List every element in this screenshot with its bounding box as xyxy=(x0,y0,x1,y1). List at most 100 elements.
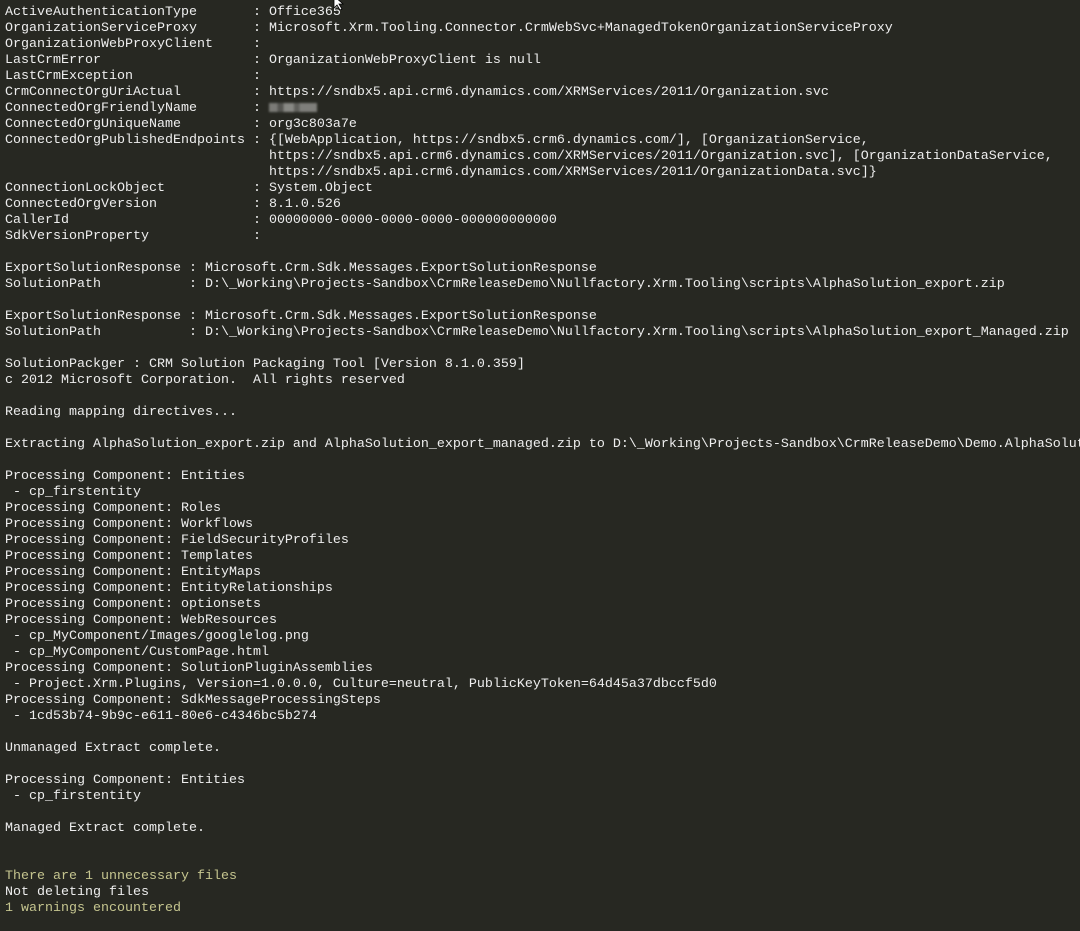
console-line: ConnectionLockObject : System.Object xyxy=(5,181,1080,197)
console-line: SolutionPath : D:\_Working\Projects-Sand… xyxy=(5,325,1080,341)
console-line-text: ConnectedOrgPublishedEndpoints : {[WebAp… xyxy=(5,133,869,148)
console-line: Processing Component: SdkMessageProcessi… xyxy=(5,693,1080,709)
console-line-text: - 1cd53b74-9b9c-e611-80e6-c4346bc5b274 xyxy=(5,709,317,724)
console-output[interactable]: ActiveAuthenticationType : Office365 Orga… xyxy=(5,5,1080,917)
console-line: https://sndbx5.api.crm6.dynamics.com/XRM… xyxy=(5,149,1080,165)
console-line-text: Not deleting files xyxy=(5,885,149,900)
console-line: CrmConnectOrgUriActual : https://sndbx5.… xyxy=(5,85,1080,101)
console-line-text: LastCrmException : xyxy=(5,69,261,84)
console-line-text: LastCrmError : OrganizationWebProxyClien… xyxy=(5,53,541,68)
console-line: There are 1 unnecessary files xyxy=(5,869,1080,885)
console-line-text: ConnectionLockObject : System.Object xyxy=(5,181,373,196)
console-line-text: Processing Component: EntityRelationship… xyxy=(5,581,333,596)
console-line-text: Unmanaged Extract complete. xyxy=(5,741,221,756)
console-line: Processing Component: SolutionPluginAsse… xyxy=(5,661,1080,677)
console-line: https://sndbx5.api.crm6.dynamics.com/XRM… xyxy=(5,165,1080,181)
console-line: - Project.Xrm.Plugins, Version=1.0.0.0, … xyxy=(5,677,1080,693)
console-line: c 2012 Microsoft Corporation. All rights… xyxy=(5,373,1080,389)
console-line: SolutionPath : D:\_Working\Projects-Sand… xyxy=(5,277,1080,293)
console-line: CallerId : 00000000-0000-0000-0000-00000… xyxy=(5,213,1080,229)
console-line: OrganizationWebProxyClient : xyxy=(5,37,1080,53)
console-line: Processing Component: Workflows xyxy=(5,517,1080,533)
console-line-text: ExportSolutionResponse : Microsoft.Crm.S… xyxy=(5,309,597,324)
console-line-text: https://sndbx5.api.crm6.dynamics.com/XRM… xyxy=(5,149,1053,164)
console-line: Processing Component: Entities xyxy=(5,469,1080,485)
console-line: LastCrmException : xyxy=(5,69,1080,85)
console-line-text: Extracting AlphaSolution_export.zip and … xyxy=(5,437,1080,452)
console-line: ExportSolutionResponse : Microsoft.Crm.S… xyxy=(5,261,1080,277)
console-line-text: https://sndbx5.api.crm6.dynamics.com/XRM… xyxy=(5,165,877,180)
mouse-pointer-icon xyxy=(333,0,345,10)
console-line: Reading mapping directives... xyxy=(5,405,1080,421)
console-line: LastCrmError : OrganizationWebProxyClien… xyxy=(5,53,1080,69)
console-line-text: - cp_MyComponent/CustomPage.html xyxy=(5,645,269,660)
console-line: Processing Component: EntityMaps xyxy=(5,565,1080,581)
console-line: ConnectedOrgUniqueName : org3c803a7e xyxy=(5,117,1080,133)
console-line: ConnectedOrgVersion : 8.1.0.526 xyxy=(5,197,1080,213)
console-line: ExportSolutionResponse : Microsoft.Crm.S… xyxy=(5,309,1080,325)
console-line-text: Processing Component: Roles xyxy=(5,501,221,516)
console-line: Processing Component: Templates xyxy=(5,549,1080,565)
console-line-text: Processing Component: Entities xyxy=(5,773,245,788)
console-line-text: Processing Component: FieldSecurityProfi… xyxy=(5,533,349,548)
console-line: SdkVersionProperty : xyxy=(5,229,1080,245)
console-line-text: Processing Component: SdkMessageProcessi… xyxy=(5,693,381,708)
console-line-text: CallerId : 00000000-0000-0000-0000-00000… xyxy=(5,213,557,228)
console-line-text: - Project.Xrm.Plugins, Version=1.0.0.0, … xyxy=(5,677,717,692)
console-line-text: - cp_MyComponent/Images/googlelog.png xyxy=(5,629,309,644)
redacted-value xyxy=(268,103,317,112)
console-line: - cp_firstentity xyxy=(5,485,1080,501)
console-line-text: SdkVersionProperty : xyxy=(5,229,261,244)
console-line-text: Reading mapping directives... xyxy=(5,405,237,420)
console-line-text: ConnectedOrgVersion : 8.1.0.526 xyxy=(5,197,341,212)
console-line: - cp_MyComponent/Images/googlelog.png xyxy=(5,629,1080,645)
console-line-text: Processing Component: Templates xyxy=(5,549,253,564)
console-line-text: OrganizationWebProxyClient : xyxy=(5,37,261,52)
console-line: - cp_firstentity xyxy=(5,789,1080,805)
console-line-text: c 2012 Microsoft Corporation. All rights… xyxy=(5,373,405,388)
console-line-text: ExportSolutionResponse : Microsoft.Crm.S… xyxy=(5,261,597,276)
console-line-text: ConnectedOrgUniqueName : org3c803a7e xyxy=(5,117,357,132)
console-line-text: 1 warnings encountered xyxy=(5,901,181,916)
console-line-text: There are 1 unnecessary files xyxy=(5,869,237,884)
console-line-text: ActiveAuthenticationType : Office365 xyxy=(5,5,341,20)
console-line-text: CrmConnectOrgUriActual : https://sndbx5.… xyxy=(5,85,829,100)
console-line: Extracting AlphaSolution_export.zip and … xyxy=(5,437,1080,453)
console-line-text: SolutionPath : D:\_Working\Projects-Sand… xyxy=(5,277,1005,292)
console-line-text: Processing Component: Workflows xyxy=(5,517,253,532)
console-line-text: SolutionPath : D:\_Working\Projects-Sand… xyxy=(5,325,1069,340)
console-line: - 1cd53b74-9b9c-e611-80e6-c4346bc5b274 xyxy=(5,709,1080,725)
console-line-text: Processing Component: optionsets xyxy=(5,597,261,612)
console-line: Processing Component: WebResources xyxy=(5,613,1080,629)
console-line: Processing Component: optionsets xyxy=(5,597,1080,613)
console-line: Processing Component: Entities xyxy=(5,773,1080,789)
console-line-text: - cp_firstentity xyxy=(5,485,141,500)
console-line: ConnectedOrgFriendlyName : xyxy=(5,101,1080,117)
console-line: OrganizationServiceProxy : Microsoft.Xrm… xyxy=(5,21,1080,37)
console-line-text: Processing Component: SolutionPluginAsse… xyxy=(5,661,373,676)
console-line-text: SolutionPackger : CRM Solution Packaging… xyxy=(5,357,525,372)
console-line-text: Managed Extract complete. xyxy=(5,821,205,836)
console-line: Processing Component: Roles xyxy=(5,501,1080,517)
console-line: Processing Component: FieldSecurityProfi… xyxy=(5,533,1080,549)
console-line: Managed Extract complete. xyxy=(5,821,1080,837)
console-line-text: Processing Component: WebResources xyxy=(5,613,277,628)
console-line: Processing Component: EntityRelationship… xyxy=(5,581,1080,597)
console-line-text: OrganizationServiceProxy : Microsoft.Xrm… xyxy=(5,21,893,36)
console-line-text: - cp_firstentity xyxy=(5,789,141,804)
console-line: Unmanaged Extract complete. xyxy=(5,741,1080,757)
console-line-text: Processing Component: EntityMaps xyxy=(5,565,261,580)
console-line: ConnectedOrgPublishedEndpoints : {[WebAp… xyxy=(5,133,1080,149)
console-line: Not deleting files xyxy=(5,885,1080,901)
